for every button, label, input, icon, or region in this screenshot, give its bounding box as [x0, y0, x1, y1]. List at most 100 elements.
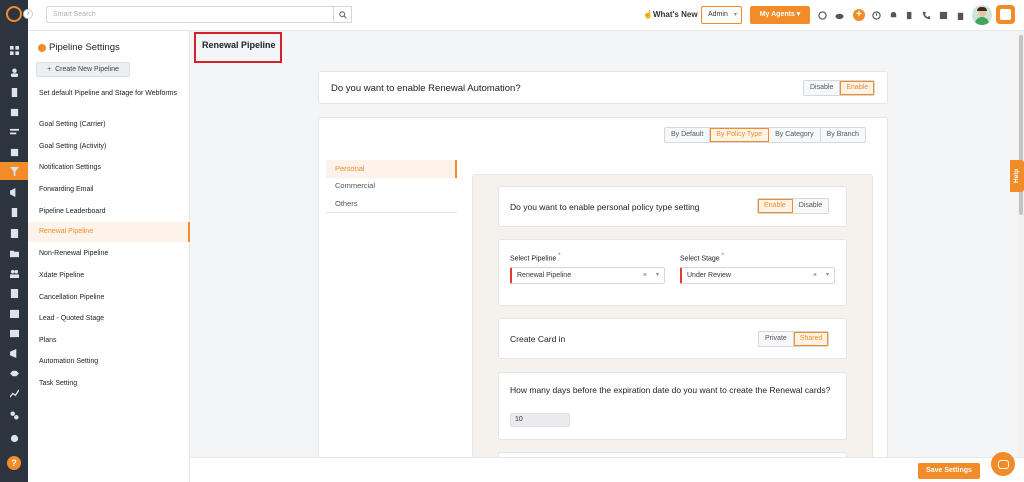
sidebar-item-cancellation-pipeline[interactable]: Cancellation Pipeline: [28, 293, 190, 302]
mail-icon[interactable]: [8, 328, 20, 338]
policy-type-personal[interactable]: Personal: [326, 160, 457, 178]
search-icon[interactable]: [333, 6, 352, 23]
clipboard-icon[interactable]: [8, 207, 20, 217]
policy-icon[interactable]: [8, 107, 20, 117]
sidebar-item-xdate-pipeline[interactable]: Xdate Pipeline: [28, 271, 190, 280]
save-settings-button[interactable]: Save Settings: [918, 463, 980, 479]
days-before-input[interactable]: 10: [510, 413, 570, 427]
select-stage-label: Select Stage *: [680, 253, 724, 263]
megaphone-icon[interactable]: [8, 187, 20, 197]
policy-type-commercial[interactable]: Commercial: [326, 178, 457, 194]
policy-type-others[interactable]: Others: [326, 196, 457, 213]
settings-gear-icon: [38, 43, 46, 52]
sidebar-item-goal-carrier[interactable]: Goal Setting (Carrier): [28, 120, 190, 129]
sidebar-item-webforms-default[interactable]: Set default Pipeline and Stage for Webfo…: [28, 89, 178, 98]
integrations-icon[interactable]: [8, 410, 20, 420]
admin-label: Admin: [708, 11, 728, 18]
chevron-down-icon: ▾: [733, 12, 737, 18]
renewal-automation-question: Do you want to enable Renewal Automation…: [331, 83, 521, 94]
handshake-icon[interactable]: [8, 368, 20, 378]
renewal-automation-toggle: Disable Enable: [803, 80, 876, 96]
renewal-automation-disable[interactable]: Disable: [804, 81, 841, 95]
sidebar-item-goal-activity[interactable]: Goal Setting (Activity): [28, 142, 190, 151]
refresh-icon[interactable]: [817, 10, 827, 20]
tab-by-default[interactable]: By Default: [665, 128, 711, 142]
select-pipeline-label: Select Pipeline *: [510, 253, 561, 263]
analytics-icon[interactable]: [8, 388, 20, 398]
help-label: Help: [1013, 168, 1020, 184]
sidebar-item-lead-quoted-stage[interactable]: Lead - Quoted Stage: [28, 314, 190, 323]
schedule-icon[interactable]: [8, 308, 20, 318]
days-before-question: How many days before the expiration date…: [510, 385, 831, 395]
select-stage-value: Under Review: [687, 272, 731, 279]
my-agents-button[interactable]: My Agents ▾: [750, 6, 810, 24]
chip-icon[interactable]: [938, 10, 948, 20]
tab-by-branch[interactable]: By Branch: [821, 128, 865, 142]
filter-tabs: By Default By Policy Type By Category By…: [664, 127, 866, 143]
tab-by-policy-type[interactable]: By Policy Type: [710, 128, 770, 142]
admin-dropdown[interactable]: Admin ▾: [701, 6, 742, 24]
settings-sidebar: Pipeline Settings + Create New Pipeline …: [28, 31, 190, 482]
create-card-in-toggle: Private Shared: [758, 331, 830, 347]
sidebar-item-notification-settings[interactable]: Notification Settings: [28, 163, 190, 172]
clear-icon[interactable]: ×: [643, 268, 647, 283]
sidebar-item-plans[interactable]: Plans: [28, 336, 190, 345]
personal-policy-enable[interactable]: Enable: [758, 199, 793, 213]
chat-icon[interactable]: [991, 452, 1015, 476]
announcement-icon[interactable]: [8, 348, 20, 358]
brand-square-icon[interactable]: [996, 5, 1015, 24]
sidebar-item-task-setting[interactable]: Task Setting: [28, 379, 190, 388]
folder-icon[interactable]: [8, 248, 20, 258]
report-icon[interactable]: [8, 288, 20, 298]
sidebar-item-non-renewal-pipeline[interactable]: Non-Renewal Pipeline: [28, 249, 190, 258]
sidebar-item-automation-setting[interactable]: Automation Setting: [28, 357, 190, 366]
personal-policy-disable[interactable]: Disable: [793, 199, 828, 213]
calendar-icon[interactable]: [8, 147, 20, 157]
personal-policy-question: Do you want to enable personal policy ty…: [510, 202, 700, 212]
top-bar: ☝What's New Admin ▾ My Agents ▾ +: [28, 0, 1024, 31]
pipeline-filter-icon[interactable]: [0, 162, 28, 180]
cloud-icon[interactable]: [834, 10, 844, 20]
phone-icon[interactable]: [921, 10, 931, 20]
contacts-icon[interactable]: [8, 67, 20, 77]
documents-icon[interactable]: [8, 87, 20, 97]
create-card-shared[interactable]: Shared: [793, 332, 829, 346]
create-new-pipeline-button[interactable]: + Create New Pipeline: [36, 62, 130, 77]
team-icon[interactable]: [8, 268, 20, 278]
dashboard-icon[interactable]: [8, 45, 20, 55]
quick-add-icon[interactable]: +: [853, 9, 865, 21]
nav-rail: ?: [0, 0, 28, 482]
create-card-private[interactable]: Private: [759, 332, 794, 346]
whats-new-label: What's New: [652, 10, 698, 19]
rail-help-icon[interactable]: ?: [7, 456, 21, 470]
clear-icon[interactable]: ×: [813, 268, 817, 283]
clock-icon[interactable]: [871, 10, 881, 20]
personal-policy-toggle: Enable Disable: [757, 198, 830, 214]
smart-search-input[interactable]: [46, 6, 334, 23]
list-icon[interactable]: [8, 127, 20, 137]
renewal-automation-enable[interactable]: Enable: [840, 81, 875, 95]
my-agents-label: My Agents: [759, 11, 795, 18]
collapse-chevron-icon[interactable]: ›: [23, 9, 33, 19]
select-pipeline-dropdown[interactable]: Renewal Pipeline × ▾: [510, 267, 665, 284]
help-tab[interactable]: Help: [1010, 160, 1024, 192]
book-icon[interactable]: [8, 228, 20, 238]
bell-icon[interactable]: [888, 10, 898, 20]
sidebar-item-forwarding-email[interactable]: Forwarding Email: [28, 185, 190, 194]
days-before-card: [498, 372, 847, 440]
chevron-down-icon: ▾: [655, 272, 659, 278]
select-pipeline-value: Renewal Pipeline: [517, 272, 572, 279]
whats-new-link[interactable]: ☝What's New: [643, 10, 698, 19]
logout-icon[interactable]: [905, 10, 915, 20]
tab-by-category[interactable]: By Category: [769, 128, 821, 142]
trash-icon[interactable]: [955, 10, 965, 20]
create-new-pipeline-label: Create New Pipeline: [55, 66, 119, 73]
sidebar-title: Pipeline Settings: [38, 42, 120, 53]
sidebar-item-renewal-pipeline[interactable]: Renewal Pipeline: [28, 222, 190, 242]
sidebar-item-pipeline-leaderboard[interactable]: Pipeline Leaderboard: [28, 207, 190, 216]
select-stage-dropdown[interactable]: Under Review × ▾: [680, 267, 835, 284]
user-avatar[interactable]: [972, 5, 992, 25]
chevron-down-icon: ▾: [825, 272, 829, 278]
settings-gear-icon[interactable]: [8, 433, 20, 443]
logo-icon[interactable]: [6, 6, 22, 22]
